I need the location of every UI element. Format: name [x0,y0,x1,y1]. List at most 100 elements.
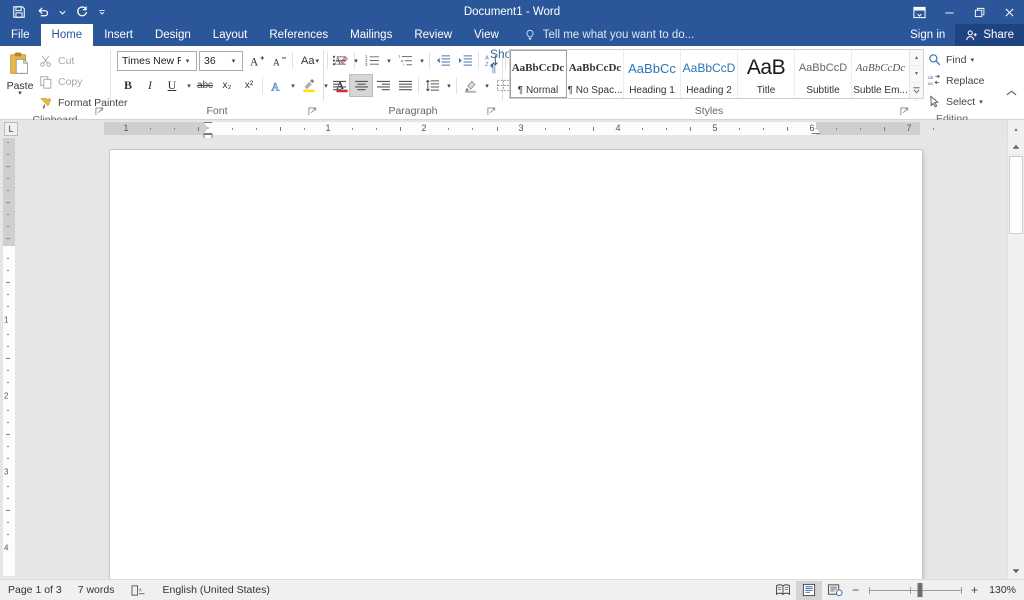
scroll-up-button[interactable] [1008,138,1024,155]
find-button[interactable]: Find ▾ [922,49,978,70]
proofing-status[interactable]: x [122,580,154,600]
style-no-spacing[interactable]: AaBbCcDc ¶ No Spac... [567,50,624,98]
change-case-button[interactable]: Aa ▾ [295,50,325,71]
line-spacing-dropdown-icon[interactable]: ▾ [443,75,454,96]
align-center-button[interactable] [349,74,373,97]
underline-button[interactable]: U [161,75,183,96]
bold-button[interactable]: B [117,75,139,96]
font-dialog-launcher[interactable] [308,107,319,118]
zoom-slider-thumb[interactable] [917,583,923,597]
scroll-down-button[interactable] [1008,562,1024,579]
numbering-button[interactable]: 123 [361,50,383,71]
change-case-label: Aa [301,54,315,67]
font-size-dropdown-icon[interactable]: ▾ [227,57,240,65]
zoom-slider[interactable] [869,581,962,600]
line-spacing-button[interactable] [421,75,443,96]
save-button[interactable] [8,2,30,22]
tab-view[interactable]: View [463,24,510,46]
tell-me-search[interactable]: Tell me what you want to do... [510,24,705,46]
paste-button[interactable]: Paste ▾ [6,49,34,97]
tab-mailings[interactable]: Mailings [339,24,403,46]
multilevel-list-button[interactable]: 1ai [394,50,416,71]
strikethrough-button[interactable]: abc [194,75,216,96]
numbering-dropdown-icon[interactable]: ▾ [383,50,394,71]
grow-font-button[interactable]: A [246,50,268,71]
replace-button[interactable]: ab ac Replace [922,70,989,91]
style-subtle-emphasis[interactable]: AaBbCcDс Subtle Em... [852,50,909,98]
italic-button[interactable]: I [139,75,161,96]
ruler-scroll-up-button[interactable]: ▴ [1007,120,1024,138]
zoom-in-button[interactable]: + [967,583,982,597]
document-page[interactable] [110,150,922,579]
horizontal-ruler[interactable]: 1 1 2 3 4 5 6 7 [22,120,1007,139]
language-indicator[interactable]: English (United States) [154,580,277,600]
document-canvas[interactable] [18,138,1007,579]
view-web-layout-button[interactable] [822,581,848,600]
change-case-dropdown-icon[interactable]: ▾ [315,57,319,65]
tab-layout[interactable]: Layout [202,24,259,46]
subscript-button[interactable]: x₂ [216,75,238,96]
zoom-out-button[interactable]: − [848,583,863,597]
restore-button[interactable] [964,0,994,24]
strikethrough-label: abc [196,80,214,91]
ribbon-display-options-icon[interactable] [904,0,934,24]
redo-button[interactable] [71,2,93,22]
tab-references[interactable]: References [258,24,339,46]
find-dropdown-icon[interactable]: ▾ [970,56,974,64]
shrink-font-button[interactable]: A [268,50,290,71]
page-indicator[interactable]: Page 1 of 3 [0,580,70,600]
align-left-button[interactable] [328,75,350,96]
tab-home[interactable]: Home [40,24,94,46]
multilevel-dropdown-icon[interactable]: ▾ [416,50,427,71]
styles-dialog-launcher[interactable] [900,107,911,118]
select-button[interactable]: Select ▾ [922,91,987,112]
zoom-level[interactable]: 130% [982,584,1024,596]
text-effects-dropdown-icon[interactable]: ▾ [287,75,298,96]
highlight-color-button[interactable] [298,75,320,96]
superscript-button[interactable]: x² [238,75,260,96]
decrease-indent-button[interactable] [432,50,454,71]
style-preview: AaBbCcD [798,62,848,74]
vertical-ruler[interactable]: 1 2 3 4 [0,138,18,579]
bullets-button[interactable] [328,50,350,71]
customize-qat-icon[interactable] [95,2,108,22]
style-heading-2[interactable]: AaBbCcD Heading 2 [681,50,738,98]
style-subtitle[interactable]: AaBbCcD Subtitle [795,50,852,98]
tab-insert[interactable]: Insert [93,24,144,46]
style-normal[interactable]: AaBbCcDc ¶ Normal [510,50,567,98]
view-read-mode-button[interactable] [770,581,796,600]
tab-design[interactable]: Design [144,24,202,46]
shading-dropdown-icon[interactable]: ▾ [481,75,492,96]
font-name-combo[interactable]: Times New Ro ▾ [117,50,197,71]
font-name-dropdown-icon[interactable]: ▾ [181,57,194,65]
view-print-layout-button[interactable] [796,580,822,600]
justify-button[interactable] [394,75,416,96]
text-effects-button[interactable]: A [265,75,287,96]
shading-button[interactable] [459,75,481,96]
vertical-scrollbar[interactable] [1007,138,1024,579]
clipboard-dialog-launcher[interactable] [95,107,106,118]
word-count[interactable]: 7 words [70,580,123,600]
increase-indent-button[interactable] [454,50,476,71]
font-size-combo[interactable]: 36 ▾ [199,50,243,71]
select-dropdown-icon[interactable]: ▾ [979,98,983,106]
minimize-button[interactable] [934,0,964,24]
paste-dropdown-icon[interactable]: ▾ [18,90,22,97]
style-heading-1[interactable]: AaBbCс Heading 1 [624,50,681,98]
paragraph-dialog-launcher[interactable] [487,107,498,118]
sign-in-button[interactable]: Sign in [900,24,955,46]
close-button[interactable] [994,0,1024,24]
align-right-button[interactable] [372,75,394,96]
scrollbar-thumb[interactable] [1009,156,1023,234]
bullets-dropdown-icon[interactable]: ▾ [350,50,361,71]
tab-review[interactable]: Review [403,24,463,46]
tab-stop-selector[interactable]: L [0,120,22,138]
style-title[interactable]: AaB Title [738,50,795,98]
undo-button[interactable] [32,2,54,22]
style-preview: AaBbCcDс [855,62,906,74]
collapse-ribbon-button[interactable] [1006,89,1020,103]
underline-dropdown-icon[interactable]: ▾ [183,75,194,96]
tab-file[interactable]: File [0,24,41,46]
undo-dropdown-icon[interactable] [56,2,69,22]
share-button[interactable]: Share [955,24,1024,46]
